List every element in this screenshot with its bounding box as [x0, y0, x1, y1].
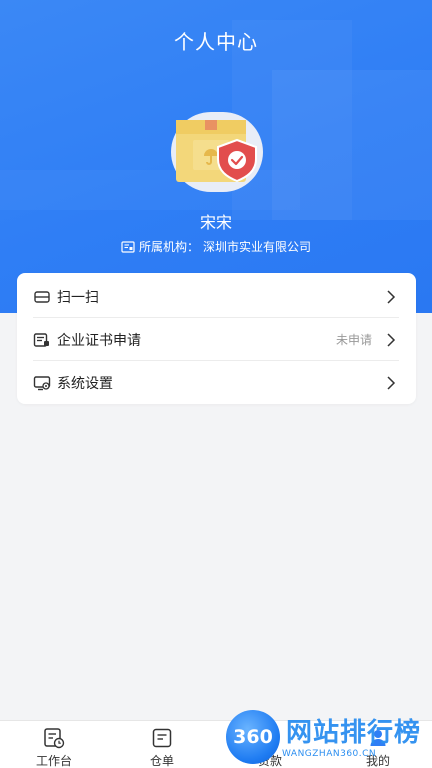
- tab-label: 仓单: [149, 754, 174, 768]
- certificate-status: 未申请: [335, 333, 372, 347]
- avatar[interactable]: [171, 112, 263, 192]
- warehouse-receipt-icon: [152, 728, 172, 748]
- watermark-badge: 360: [226, 710, 280, 764]
- organization-icon: [121, 240, 135, 253]
- workbench-icon: [44, 728, 65, 749]
- certificate-icon: [33, 332, 49, 347]
- chevron-right-icon: [387, 375, 396, 390]
- org-info: 所属机构： 深圳市实业有限公司: [0, 238, 432, 255]
- tab-workbench[interactable]: 工作台: [0, 721, 108, 768]
- menu-item-label: 企业证书申请: [57, 332, 141, 349]
- menu-card: 扫一扫 企业证书申请 未申请 系统设置: [17, 273, 416, 404]
- menu-item-settings[interactable]: 系统设置: [17, 361, 416, 404]
- menu-item-certificate[interactable]: 企业证书申请 未申请: [17, 318, 416, 361]
- org-label: 所属机构：: [138, 240, 199, 254]
- menu-item-label: 系统设置: [57, 375, 113, 392]
- chevron-right-icon: [387, 332, 396, 347]
- box-shield-icon: [176, 120, 257, 183]
- watermark-title: 网站排行榜: [286, 718, 422, 748]
- tab-label: 工作台: [35, 754, 72, 768]
- user-name: 宋宋: [199, 213, 232, 232]
- settings-icon: [33, 375, 51, 390]
- chevron-right-icon: [387, 289, 396, 304]
- scan-icon: [34, 290, 50, 303]
- menu-item-label: 扫一扫: [57, 289, 99, 306]
- page-title: 个人中心: [174, 30, 258, 54]
- menu-item-scan[interactable]: 扫一扫: [17, 275, 416, 318]
- tab-warehouse-receipt[interactable]: 仓单: [108, 721, 216, 768]
- watermark-subtitle: WANGZHAN360.CN: [282, 749, 377, 759]
- watermark: 360 网站排行榜 WANGZHAN360.CN: [222, 706, 432, 768]
- org-name: 深圳市实业有限公司: [203, 240, 312, 254]
